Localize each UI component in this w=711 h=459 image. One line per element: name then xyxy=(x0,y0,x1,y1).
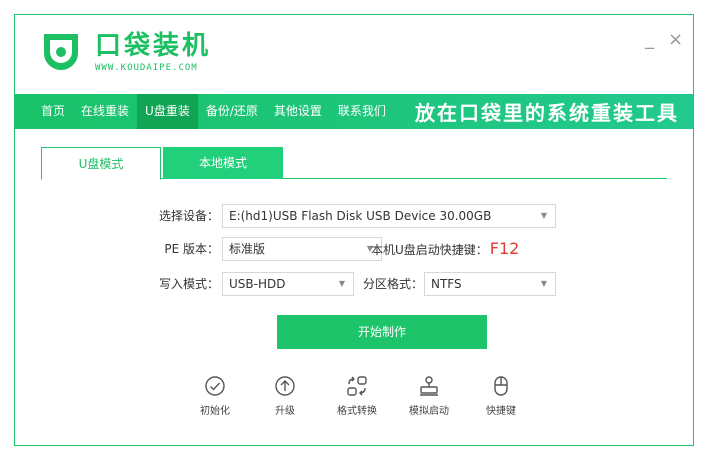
minimize-button[interactable]: _ xyxy=(645,31,654,49)
brand-url: WWW.KOUDAIPE.COM xyxy=(95,63,198,73)
chevron-down-icon: ▼ xyxy=(338,279,345,288)
partition-label: 分区格式： xyxy=(362,277,423,291)
pe-version-select[interactable]: 标准版 ▼ xyxy=(222,237,382,261)
tool-label: 格式转换 xyxy=(337,406,377,417)
partition-value: NTFS xyxy=(431,277,462,291)
nav-item-online-reinstall[interactable]: 在线重装 xyxy=(73,94,137,129)
tool-hotkey[interactable]: 快捷键 xyxy=(469,375,533,417)
write-mode-select[interactable]: USB-HDD ▼ xyxy=(222,272,354,296)
device-label: 选择设备： xyxy=(158,209,219,223)
partition-select[interactable]: NTFS ▼ xyxy=(424,272,556,296)
nav-item-usb-reinstall[interactable]: U盘重装 xyxy=(137,94,198,129)
chevron-down-icon: ▼ xyxy=(540,279,547,288)
tool-upgrade[interactable]: 升级 xyxy=(253,375,317,417)
hotkey-info: 本机U盘启动快捷键： F12 xyxy=(371,237,519,262)
check-circle-icon xyxy=(205,376,225,396)
close-button[interactable]: × xyxy=(668,31,683,49)
simulate-boot-icon xyxy=(420,376,438,396)
nav-item-backup-restore[interactable]: 备份/还原 xyxy=(198,94,266,129)
tab-local-mode[interactable]: 本地模式 xyxy=(163,147,283,179)
device-value: E:(hd1)USB Flash Disk USB Device 30.00GB xyxy=(229,209,492,223)
tool-label: 升级 xyxy=(275,406,295,417)
write-mode-label: 写入模式： xyxy=(158,277,219,291)
brand: 口袋装机 WWW.KOUDAIPE.COM xyxy=(95,31,211,73)
hotkey-value: F12 xyxy=(489,239,520,258)
nav-slogan: 放在口袋里的系统重装工具 xyxy=(415,101,679,125)
mouse-icon xyxy=(494,376,508,396)
pocket-logo-icon xyxy=(44,34,78,70)
hotkey-label: 本机U盘启动快捷键： xyxy=(371,243,488,257)
mode-tabs: U盘模式 本地模式 xyxy=(41,147,667,180)
nav-item-other-settings[interactable]: 其他设置 xyxy=(266,94,330,129)
tool-label: 快捷键 xyxy=(486,406,516,417)
main-nav: 首页 在线重装 U盘重装 备份/还原 其他设置 联系我们 放在口袋里的系统重装工… xyxy=(15,94,693,129)
tool-initialize[interactable]: 初始化 xyxy=(183,375,247,417)
arrow-up-circle-icon xyxy=(275,376,295,396)
tool-format-convert[interactable]: 格式转换 xyxy=(325,375,389,417)
app-window: 口袋装机 WWW.KOUDAIPE.COM _ × 首页 在线重装 U盘重装 备… xyxy=(14,14,694,446)
nav-item-home[interactable]: 首页 xyxy=(15,94,73,129)
pe-version-value: 标准版 xyxy=(229,242,266,256)
write-mode-value: USB-HDD xyxy=(229,277,286,291)
tool-simulate-boot[interactable]: 模拟启动 xyxy=(397,375,461,417)
brand-title: 口袋装机 xyxy=(95,31,212,61)
nav-item-contact[interactable]: 联系我们 xyxy=(330,94,394,129)
chevron-down-icon: ▼ xyxy=(540,211,547,220)
tool-label: 初始化 xyxy=(200,406,230,417)
convert-icon xyxy=(347,376,367,396)
tab-usb-mode[interactable]: U盘模式 xyxy=(41,147,161,180)
tool-label: 模拟启动 xyxy=(409,406,449,417)
pe-version-label: PE 版本： xyxy=(164,242,219,256)
device-select[interactable]: E:(hd1)USB Flash Disk USB Device 30.00GB… xyxy=(222,204,556,228)
start-make-button[interactable]: 开始制作 xyxy=(277,315,487,349)
